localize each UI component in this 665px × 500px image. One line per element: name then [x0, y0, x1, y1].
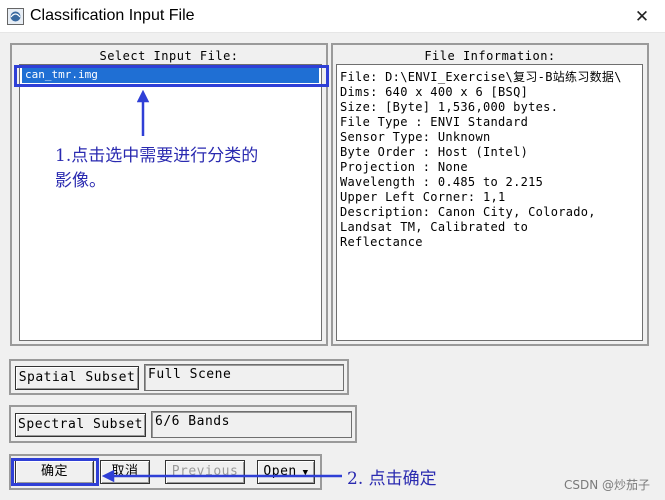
file-info-label: File Information: — [424, 49, 556, 63]
info-line: Projection : None — [340, 160, 468, 174]
watermark: CSDN @炒茄子 — [563, 478, 650, 492]
annotation-step1-line1: 1.点击选中需要进行分类的 — [55, 146, 259, 166]
input-file-list[interactable]: can_tmr.img — [19, 64, 322, 341]
open-button-label: Open — [263, 464, 297, 479]
spectral-subset-button[interactable]: Spectral Subset — [15, 413, 146, 437]
file-info-text: File: D:\ENVI_Exercise\复习-B站练习数据\ Dims: … — [336, 64, 643, 341]
title-bar: Classification Input File ✕ — [0, 0, 665, 33]
annotation-step2: 2. 点击确定 — [347, 469, 437, 489]
cancel-button[interactable]: 取消 — [100, 460, 150, 484]
info-line: Reflectance — [340, 235, 423, 249]
info-line: File Type : ENVI Standard — [340, 115, 529, 129]
spectral-subset-row: Spectral Subset 6/6 Bands — [9, 405, 357, 443]
ok-button[interactable]: 确定 — [15, 460, 94, 484]
info-line: Upper Left Corner: 1,1 — [340, 190, 506, 204]
file-info-frame: File Information: File: D:\ENVI_Exercise… — [331, 43, 649, 346]
list-item-file[interactable]: can_tmr.img — [22, 67, 319, 83]
spectral-subset-field: 6/6 Bands — [151, 411, 352, 438]
open-button[interactable]: Open ▼ — [257, 460, 315, 484]
info-line: Landsat TM, Calibrated to — [340, 220, 529, 234]
info-line: Byte Order : Host (Intel) — [340, 145, 529, 159]
annotation-step1-line2: 影像。 — [55, 171, 106, 191]
info-line: Size: [Byte] 1,536,000 bytes. — [340, 100, 559, 114]
previous-button[interactable]: Previous — [165, 460, 245, 484]
input-file-label: Select Input File: — [99, 49, 239, 63]
close-icon: ✕ — [634, 6, 650, 27]
info-line: Wavelength : 0.485 to 2.215 — [340, 175, 544, 189]
window-title: Classification Input File — [30, 7, 195, 24]
info-line: Dims: 640 x 400 x 6 [BSQ] — [340, 85, 529, 99]
annotation-step1: 1.点击选中需要进行分类的 影像。 — [55, 144, 258, 194]
info-line: File: D:\ENVI_Exercise\复习-B站练习数据\ — [340, 70, 622, 84]
spatial-subset-button[interactable]: Spatial Subset — [15, 366, 139, 390]
close-button[interactable]: ✕ — [619, 0, 665, 33]
envi-app-icon — [7, 8, 24, 25]
spatial-subset-field: Full Scene — [144, 364, 344, 391]
info-line: Sensor Type: Unknown — [340, 130, 491, 144]
spatial-subset-row: Spatial Subset Full Scene — [9, 359, 349, 395]
input-file-frame: Select Input File: can_tmr.img — [10, 43, 328, 346]
dropdown-arrow-icon: ▼ — [296, 468, 309, 478]
info-line: Description: Canon City, Colorado, — [340, 205, 596, 219]
